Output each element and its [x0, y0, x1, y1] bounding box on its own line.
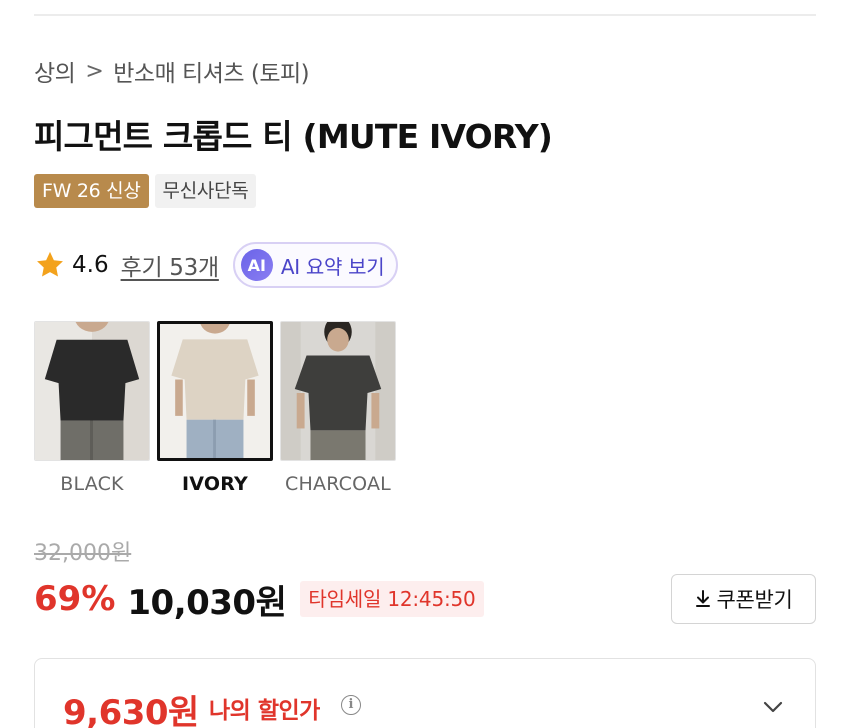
rating-value: 4.6 — [72, 252, 109, 278]
review-count-link[interactable]: 후기 53개 — [121, 248, 220, 282]
my-discount-label: 나의 할인가 — [209, 698, 320, 724]
breadcrumb-subcategory[interactable]: 반소매 티셔츠 (토피) — [113, 54, 309, 88]
swatch-label-charcoal: CHARCOAL — [285, 473, 391, 495]
coupon-button[interactable]: 쿠폰받기 — [671, 574, 816, 624]
ai-summary-button[interactable]: AI AI 요약 보기 — [232, 242, 399, 288]
sale-price: 10,030원 — [127, 582, 287, 623]
download-icon — [696, 590, 711, 607]
color-swatch-list: BLACK IVORY CHARCOAL — [34, 321, 396, 495]
color-swatch-ivory[interactable]: IVORY — [157, 321, 273, 495]
breadcrumb: 상의 > 반소매 티셔츠 (토피) — [34, 54, 310, 88]
info-icon[interactable]: i — [341, 695, 361, 715]
discount-rate: 69% — [34, 579, 116, 619]
exclusive-badge: 무신사단독 — [154, 174, 257, 208]
product-title: 피그먼트 크롭드 티 (MUTE IVORY) — [34, 117, 553, 156]
my-discount-card[interactable]: 9,630원 나의 할인가 i — [34, 658, 816, 728]
timesale-badge: 타임세일 12:45:50 — [300, 581, 484, 617]
price-row: 69% 10,030원 타임세일 12:45:50 — [34, 576, 484, 623]
color-swatch-charcoal[interactable]: CHARCOAL — [280, 321, 396, 495]
badge-group: FW 26 신상 무신사단독 — [34, 174, 257, 208]
color-swatch-black[interactable]: BLACK — [34, 321, 150, 495]
swatch-image-black — [34, 321, 150, 461]
my-discount-price: 9,630원 — [63, 693, 199, 728]
breadcrumb-category[interactable]: 상의 — [34, 54, 76, 88]
season-badge: FW 26 신상 — [34, 174, 149, 208]
coupon-button-label: 쿠폰받기 — [716, 588, 793, 612]
star-icon — [37, 251, 63, 277]
swatch-label-ivory: IVORY — [182, 473, 248, 495]
rating-row: 4.6 후기 53개 AI AI 요약 보기 — [34, 242, 399, 288]
ai-icon: AI — [240, 249, 273, 281]
swatch-image-charcoal — [280, 321, 396, 461]
swatch-label-black: BLACK — [60, 473, 124, 495]
chevron-down-icon[interactable] — [761, 695, 785, 719]
top-divider — [34, 14, 816, 16]
ai-summary-label: AI 요약 보기 — [280, 254, 385, 279]
breadcrumb-separator: > — [85, 58, 104, 84]
original-price: 32,000원 — [34, 541, 132, 566]
swatch-image-ivory — [157, 321, 273, 461]
